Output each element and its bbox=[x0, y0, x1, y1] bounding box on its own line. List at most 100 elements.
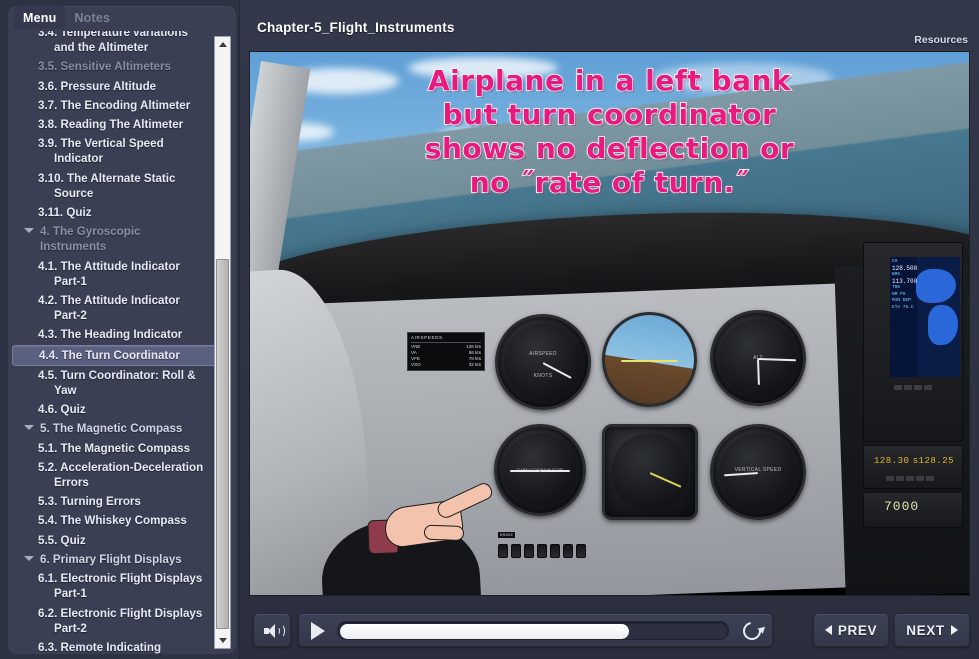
chevron-right-icon bbox=[950, 625, 958, 635]
sidebar-menu-item[interactable]: 3.4. Temperature variations and the Alti… bbox=[14, 31, 208, 57]
caret-down-icon[interactable] bbox=[24, 555, 34, 561]
transponder-code: 7000 bbox=[884, 499, 920, 514]
sidebar-menu-item-label: 5.1. The Magnetic Compass bbox=[38, 441, 191, 455]
vertical-speed-indicator: VERTICAL SPEED bbox=[710, 424, 806, 520]
switch-panel[interactable] bbox=[498, 544, 586, 558]
sidebar-menu-item[interactable]: 5.2. Acceleration-Deceleration Errors bbox=[14, 458, 208, 492]
gps-softkeys[interactable] bbox=[894, 385, 932, 390]
course-player-window: Menu Notes 3.4. Temperature variations a… bbox=[0, 0, 979, 659]
sidebar-menu-item-label: 5.4. The Whiskey Compass bbox=[38, 514, 187, 528]
transport-group bbox=[298, 613, 773, 647]
sidebar-menu-item-label: 6.1. Electronic Flight Displays Part-1 bbox=[38, 572, 203, 601]
play-button[interactable] bbox=[303, 614, 333, 648]
sidebar-menu-item-label: 4.1. The Attitude Indicator Part-1 bbox=[38, 259, 180, 288]
sidebar-menu-item[interactable]: 3.10. The Alternate Static Source bbox=[14, 169, 208, 203]
radio-buttons[interactable] bbox=[886, 476, 934, 481]
sidebar: Menu Notes 3.4. Temperature variations a… bbox=[0, 0, 240, 659]
com-active-frequency: 128.30 bbox=[874, 456, 910, 466]
caption-line: shows no deflection or bbox=[424, 131, 795, 166]
caption-line: Airplane in a left bank bbox=[427, 63, 792, 98]
sidebar-menu-item[interactable]: 4. The Gyroscopic Instruments bbox=[14, 222, 208, 256]
sidebar-menu-item[interactable]: 5.1. The Magnetic Compass bbox=[14, 439, 208, 458]
sidebar-menu-item[interactable]: 3.7. The Encoding Altimeter bbox=[14, 96, 208, 115]
airspeeds-placard: AIRSPEEDS VNE 136 kts VA 86 kts VFE 78 kts … bbox=[407, 332, 485, 371]
sidebar-menu-item[interactable]: 3.11. Quiz bbox=[14, 203, 208, 222]
sidebar-menu-item-label: 4. The Gyroscopic Instruments bbox=[40, 225, 141, 254]
sidebar-menu-item-label: 3.8. Reading The Altimeter bbox=[38, 118, 184, 132]
sidebar-menu-item-label: 5. The Magnetic Compass bbox=[40, 422, 183, 436]
sidebar-menu-item-label: 4.4. The Turn Coordinator bbox=[39, 348, 180, 362]
sidebar-menu-item-label: 5.3. Turning Errors bbox=[38, 495, 141, 509]
sidebar-menu-item[interactable]: 4.6. Quiz bbox=[14, 400, 208, 419]
tab-notes[interactable]: Notes bbox=[65, 6, 119, 29]
scroll-up-button[interactable] bbox=[215, 37, 230, 52]
chevron-left-icon bbox=[824, 625, 832, 635]
gps-readout: GS 128.500 BRG 113.700 TRK NM PS MIN DEP… bbox=[892, 259, 918, 310]
airspeeds-placard-title: AIRSPEEDS bbox=[411, 335, 481, 343]
sidebar-menu-item-label: 3.9. The Vertical Speed Indicator bbox=[38, 137, 164, 166]
sidebar-menu-item-label: 3.11. Quiz bbox=[38, 206, 92, 220]
sidebar-menu-item[interactable]: 5.3. Turning Errors bbox=[14, 492, 208, 511]
sidebar-menu-item[interactable]: 6.1. Electronic Flight Displays Part-1 bbox=[14, 569, 208, 603]
v-speed-value: 32 kts bbox=[468, 362, 481, 367]
playback-toolbar: PREV NEXT bbox=[240, 602, 979, 659]
sidebar-menu-item[interactable]: 5. The Magnetic Compass bbox=[14, 419, 208, 438]
replay-icon bbox=[739, 618, 765, 644]
sidebar-scrollbar-thumb[interactable] bbox=[216, 259, 229, 629]
sidebar-scrollbar[interactable] bbox=[214, 36, 231, 649]
attitude-indicator bbox=[602, 312, 697, 407]
volume-button[interactable] bbox=[254, 614, 292, 648]
prev-button-label: PREV bbox=[837, 622, 878, 638]
speaker-icon bbox=[264, 624, 285, 638]
sidebar-menu-scroll-area[interactable]: 3.4. Temperature variations and the Alti… bbox=[8, 31, 236, 654]
sidebar-menu-item[interactable]: 6.2. Electronic Flight Displays Part-2 bbox=[14, 604, 208, 638]
scroll-down-button[interactable] bbox=[215, 633, 230, 648]
tab-menu[interactable]: Menu bbox=[14, 6, 66, 29]
sidebar-menu-item-label: 4.2. The Attitude Indicator Part-2 bbox=[38, 294, 180, 323]
caption-line: no ˝rate of turn.˝ bbox=[469, 165, 750, 200]
sidebar-menu-item-label: 4.3. The Heading Indicator bbox=[38, 328, 183, 342]
v-speed-name: VSO bbox=[411, 362, 421, 367]
caption-line: but turn coordinator bbox=[442, 97, 777, 132]
sidebar-menu-item-label: 5.5. Quiz bbox=[38, 533, 86, 547]
sidebar-menu-item[interactable]: 6. Primary Flight Displays bbox=[14, 550, 208, 569]
sidebar-menu-list: 3.4. Temperature variations and the Alti… bbox=[8, 31, 218, 654]
slide-caption: Airplane in a left bank but turn coordin… bbox=[250, 63, 969, 200]
sidebar-menu-item[interactable]: 3.6. Pressure Altitude bbox=[14, 77, 208, 96]
gps-navigator: GS 128.500 BRG 113.700 TRK NM PS MIN DEP… bbox=[863, 242, 963, 442]
sidebar-panel: Menu Notes 3.4. Temperature variations a… bbox=[8, 6, 236, 654]
sidebar-menu-item-label: 3.10. The Alternate Static Source bbox=[38, 171, 176, 200]
sidebar-menu-item-label: 3.7. The Encoding Altimeter bbox=[38, 98, 191, 112]
prev-group: PREV bbox=[813, 613, 889, 647]
sidebar-menu-item-label: 3.5. Sensitive Altimeters bbox=[38, 60, 171, 74]
slide-stage[interactable]: AIRSPEEDS VNE 136 kts VA 86 kts VFE 78 kts … bbox=[249, 51, 970, 596]
caret-down-icon[interactable] bbox=[24, 228, 34, 234]
sidebar-menu-item[interactable]: 4.5. Turn Coordinator: Roll & Yaw bbox=[14, 366, 208, 400]
sidebar-menu-item[interactable]: 3.9. The Vertical Speed Indicator bbox=[14, 134, 208, 168]
resources-link[interactable]: Resources bbox=[914, 34, 968, 46]
turn-coordinator: TURN COORDINATOR bbox=[494, 424, 586, 516]
sidebar-menu-item[interactable]: 5.4. The Whiskey Compass bbox=[14, 511, 208, 530]
sidebar-menu-item[interactable]: 4.4. The Turn Coordinator bbox=[12, 344, 218, 366]
sidebar-menu-item[interactable]: 3.8. Reading The Altimeter bbox=[14, 115, 208, 134]
sidebar-menu-item[interactable]: 3.5. Sensitive Altimeters bbox=[14, 57, 208, 76]
next-button[interactable]: NEXT bbox=[895, 614, 969, 646]
com-radio: 128.30 s128.25 bbox=[863, 445, 963, 489]
seek-slider[interactable] bbox=[337, 621, 729, 640]
seek-progress-fill bbox=[340, 624, 629, 639]
sidebar-tabs: Menu Notes bbox=[8, 6, 236, 32]
replay-button[interactable] bbox=[735, 614, 769, 648]
sidebar-menu-item-label: 4.5. Turn Coordinator: Roll & Yaw bbox=[38, 368, 196, 398]
sidebar-menu-item-label: 5.2. Acceleration-Deceleration Errors bbox=[38, 460, 204, 490]
prev-button[interactable]: PREV bbox=[814, 614, 888, 646]
gps-screen: GS 128.500 BRG 113.700 TRK NM PS MIN DEP… bbox=[890, 257, 960, 377]
sidebar-menu-item[interactable]: 5.5. Quiz bbox=[14, 531, 208, 550]
caret-down-icon[interactable] bbox=[24, 425, 34, 431]
sidebar-menu-item[interactable]: 6.3. Remote Indicating Compass bbox=[14, 638, 208, 654]
sidebar-menu-item[interactable]: 4.1. The Attitude Indicator Part-1 bbox=[14, 257, 208, 291]
sidebar-menu-item[interactable]: 4.3. The Heading Indicator bbox=[14, 325, 208, 344]
play-icon bbox=[311, 622, 325, 640]
triangle-down-icon bbox=[219, 638, 227, 643]
sidebar-menu-item[interactable]: 4.2. The Attitude Indicator Part-2 bbox=[14, 291, 208, 325]
triangle-up-icon bbox=[219, 42, 227, 47]
